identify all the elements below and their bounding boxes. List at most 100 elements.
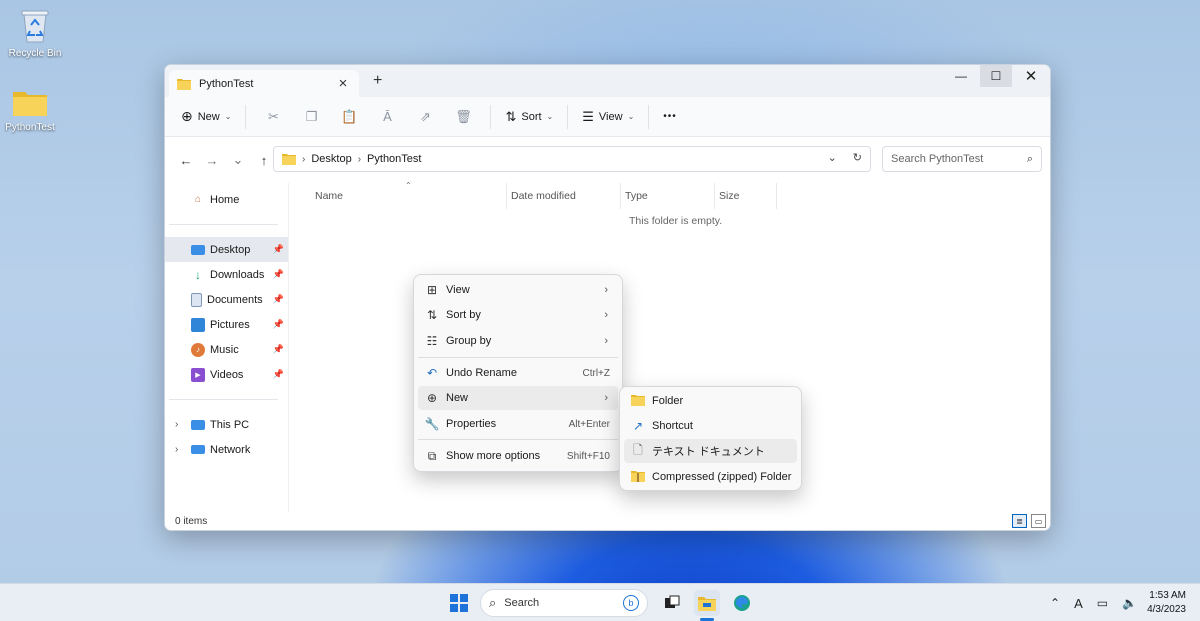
task-view-icon[interactable] xyxy=(660,591,684,615)
empty-folder-message: This folder is empty. xyxy=(629,215,723,227)
address-bar[interactable]: › Desktop › PythonTest ⌄ ↻ xyxy=(273,146,871,172)
desktop-icon-recycle-bin[interactable]: Recycle Bin xyxy=(0,8,70,59)
paste-icon[interactable]: 📋 xyxy=(338,106,360,128)
address-dropdown-icon[interactable]: ⌄ xyxy=(828,151,837,164)
menu-divider xyxy=(418,439,618,440)
minimize-button[interactable]: — xyxy=(945,65,977,87)
file-explorer-taskbar-icon[interactable] xyxy=(694,590,720,616)
menu-item-label: テキスト ドキュメント xyxy=(652,446,765,458)
maximize-button[interactable]: ☐ xyxy=(980,65,1012,87)
refresh-icon[interactable]: ↻ xyxy=(853,151,862,164)
cut-icon[interactable]: ✂ xyxy=(262,106,284,128)
submenu-item-compressed-folder[interactable]: Compressed (zipped) Folder xyxy=(624,465,797,489)
sidebar-item-label: Music xyxy=(210,343,239,356)
search-placeholder: Search PythonTest xyxy=(891,153,984,165)
pin-icon[interactable]: 📌 xyxy=(273,319,284,330)
menu-item-view[interactable]: ⊞ View › xyxy=(418,278,618,302)
menu-item-label: New xyxy=(446,392,469,404)
column-size[interactable]: Size xyxy=(719,183,777,209)
sidebar-item-this-pc[interactable]: › This PC xyxy=(165,412,288,437)
breadcrumb-desktop[interactable]: Desktop xyxy=(311,153,351,165)
chevron-right-icon: › xyxy=(604,284,608,296)
sidebar-item-documents[interactable]: Documents 📌 xyxy=(165,287,288,312)
desktop-icon-pythontest[interactable]: PythonTest xyxy=(0,88,65,133)
column-header: Name ⌃ Date modified Type Size xyxy=(289,181,1050,209)
sidebar-item-downloads[interactable]: ↓ Downloads 📌 xyxy=(165,262,288,287)
menu-item-show-more-options[interactable]: ⧉ Show more options Shift+F10 xyxy=(418,444,618,468)
sidebar-divider xyxy=(169,224,278,225)
clock[interactable]: 1:53 AM 4/3/2023 xyxy=(1147,589,1186,617)
submenu-item-text-document[interactable]: 🗋 テキスト ドキュメント xyxy=(624,439,797,463)
sort-button[interactable]: ⇅ Sort ⌄ xyxy=(499,103,559,131)
pin-icon[interactable]: 📌 xyxy=(273,369,284,380)
chevron-up-icon[interactable]: ⌃ xyxy=(1050,596,1060,610)
menu-item-sort-by[interactable]: ⇅ Sort by › xyxy=(418,303,618,327)
item-count: 0 items xyxy=(175,515,208,527)
see-more-button[interactable]: ••• xyxy=(657,103,683,131)
sidebar-item-music[interactable]: ♪ Music 📌 xyxy=(165,337,288,362)
chevron-right-icon[interactable]: › xyxy=(175,444,178,455)
close-tab-icon[interactable]: × xyxy=(335,75,351,92)
column-type[interactable]: Type xyxy=(625,183,715,209)
sidebar-item-pictures[interactable]: Pictures 📌 xyxy=(165,312,288,337)
menu-item-label: View xyxy=(446,284,470,296)
pin-icon[interactable]: 📌 xyxy=(273,344,284,355)
sidebar-item-videos[interactable]: ▶ Videos 📌 xyxy=(165,362,288,387)
chevron-right-icon[interactable]: › xyxy=(358,154,361,165)
forward-arrow-icon[interactable]: → xyxy=(199,153,225,168)
group-list-icon: ☷ xyxy=(426,334,438,348)
chevron-right-icon[interactable]: › xyxy=(175,419,178,430)
delete-icon[interactable]: 🗑 xyxy=(452,106,474,128)
recent-chevron-icon[interactable]: ⌄ xyxy=(225,152,251,168)
ime-indicator[interactable]: A xyxy=(1074,596,1083,611)
clock-time: 1:53 AM xyxy=(1149,590,1186,601)
taskbar-search[interactable]: ⌕ Search b xyxy=(480,589,648,617)
toolbar-divider xyxy=(648,104,650,129)
menu-item-label: Group by xyxy=(446,335,492,347)
menu-shortcut: Ctrl+Z xyxy=(582,367,611,379)
chevron-right-icon[interactable]: › xyxy=(302,154,305,165)
start-icon[interactable] xyxy=(447,591,471,615)
menu-item-group-by[interactable]: ☷ Group by › xyxy=(418,329,618,353)
menu-item-properties[interactable]: 🔧 Properties Alt+Enter xyxy=(418,412,618,436)
sidebar-item-desktop[interactable]: Desktop 📌 xyxy=(165,237,288,262)
back-arrow-icon[interactable]: ← xyxy=(173,153,199,168)
sidebar-item-network[interactable]: › Network xyxy=(165,437,288,462)
share-icon[interactable]: ⇗ xyxy=(414,106,436,128)
submenu-item-shortcut[interactable]: ↗ Shortcut xyxy=(624,414,797,438)
show-more-icon: ⧉ xyxy=(427,448,437,463)
new-button[interactable]: ⊕ New ⌄ xyxy=(175,103,237,131)
menu-item-undo-rename[interactable]: ↶ Undo Rename Ctrl+Z xyxy=(418,361,618,385)
copy-icon[interactable]: ❐ xyxy=(300,106,322,128)
sidebar-item-label: Downloads xyxy=(210,268,265,281)
toolbar-divider xyxy=(567,104,569,129)
toolbar-divider xyxy=(245,104,247,129)
tiles-view-icon[interactable]: ▭ xyxy=(1031,514,1046,528)
search-input[interactable]: Search PythonTest ⌕ xyxy=(882,146,1042,172)
menu-item-label: Undo Rename xyxy=(446,367,517,379)
pin-icon[interactable]: 📌 xyxy=(273,294,284,305)
sidebar-item-label: This PC xyxy=(210,418,250,431)
volume-icon[interactable]: 🔈 xyxy=(1122,596,1137,610)
pin-icon[interactable]: 📌 xyxy=(273,269,284,280)
new-tab-button[interactable]: + xyxy=(373,72,382,90)
details-view-icon[interactable]: ≣ xyxy=(1012,514,1027,528)
sort-icon: ⇅ xyxy=(426,308,438,322)
close-window-button[interactable]: ✕ xyxy=(1015,65,1047,87)
display-icon[interactable]: ▭ xyxy=(1097,596,1108,610)
column-label: Date modified xyxy=(511,190,576,202)
edge-icon[interactable] xyxy=(730,591,754,615)
menu-item-label: Folder xyxy=(652,395,684,407)
menu-item-new[interactable]: ⊕ New › xyxy=(418,386,618,410)
column-date-modified[interactable]: Date modified xyxy=(511,183,621,209)
tab-pythontest[interactable]: PythonTest × xyxy=(169,70,359,97)
submenu-item-folder[interactable]: Folder xyxy=(624,389,797,413)
sidebar-item-home[interactable]: ⌂ Home xyxy=(165,187,288,212)
breadcrumb-pythontest[interactable]: PythonTest xyxy=(367,153,421,165)
rename-icon[interactable]: Ā xyxy=(376,106,398,128)
folder-icon xyxy=(177,78,191,90)
folder-icon xyxy=(282,154,296,165)
view-button[interactable]: ☰ View ⌄ xyxy=(576,103,640,131)
pin-icon[interactable]: 📌 xyxy=(273,244,284,255)
context-menu: ⊞ View › ⇅ Sort by › ☷ Group by › ↶ Undo… xyxy=(413,274,623,472)
